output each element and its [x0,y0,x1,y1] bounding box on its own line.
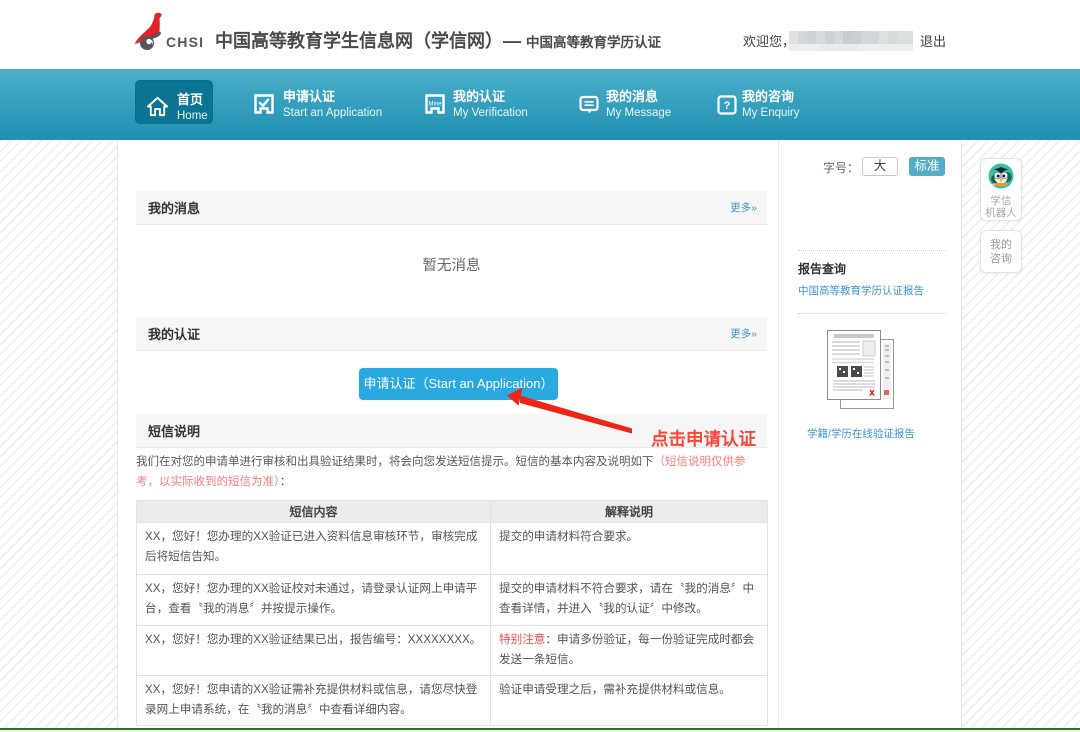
svg-text:Mine: Mine [428,102,442,108]
svg-text:?: ? [724,100,731,112]
